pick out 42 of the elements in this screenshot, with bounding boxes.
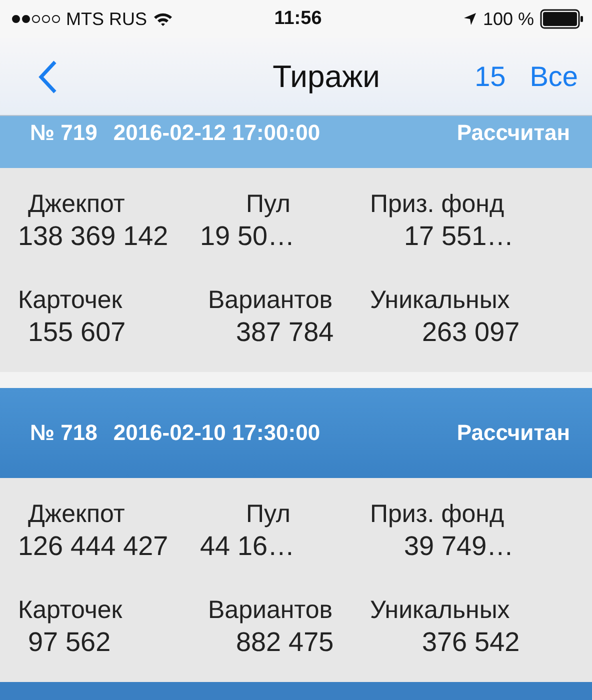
stat-label: Карточек xyxy=(18,286,124,315)
stat-label: Уникальных xyxy=(370,286,511,315)
draw-status: Рассчитан xyxy=(456,420,570,446)
back-button[interactable] xyxy=(38,58,58,94)
battery-icon xyxy=(540,9,584,29)
carrier-name: MTS RUS xyxy=(66,8,147,30)
stat-label: Джекпот xyxy=(27,500,126,529)
stat-label: Вариантов xyxy=(207,286,334,315)
draw-date: 2016-02-12 17:00:00 xyxy=(113,120,320,146)
draw-date: 2016-02-10 17:30:00 xyxy=(113,420,320,446)
stat-label: Приз. фонд xyxy=(370,500,506,529)
draw-count: 15 xyxy=(474,60,506,92)
stat-value: 155 607 xyxy=(27,317,127,348)
stat-label: Уникальных xyxy=(370,596,511,625)
stat-value: 126 444 427 xyxy=(18,531,170,562)
location-arrow-icon xyxy=(462,12,477,26)
stat-value: 17 551… xyxy=(403,221,515,252)
stat-label: Карточек xyxy=(18,596,124,625)
draw-status: Рассчитан xyxy=(456,120,570,146)
stat-value: 39 749… xyxy=(403,531,515,562)
stat-value: 97 562 xyxy=(27,627,112,658)
stat-label: Пул xyxy=(245,190,292,219)
draw-header[interactable]: № 718 2016-02-10 17:30:00 Рассчитан xyxy=(0,388,592,478)
stat-value: 882 475 xyxy=(235,627,335,658)
stat-value: 376 542 xyxy=(421,627,521,658)
all-button[interactable]: Все xyxy=(530,60,578,92)
draw-number: № 719 xyxy=(30,120,98,146)
status-time: 11:56 xyxy=(274,8,322,30)
stat-label: Вариантов xyxy=(207,596,334,625)
stat-value: 19 50… xyxy=(200,221,296,252)
wifi-icon xyxy=(153,12,173,26)
stat-value: 263 097 xyxy=(421,317,521,348)
stat-label: Джекпот xyxy=(27,190,126,219)
stat-value: 44 16… xyxy=(200,531,296,562)
stat-label: Пул xyxy=(245,500,292,529)
battery-percent: 100 % xyxy=(482,8,534,30)
stat-value: 387 784 xyxy=(235,317,335,348)
stat-label: Приз. фонд xyxy=(370,190,506,219)
draw-number: № 718 xyxy=(30,420,98,446)
draw-header[interactable]: № 719 2016-02-12 17:00:00 Рассчитан xyxy=(0,116,592,168)
stat-value: 138 369 142 xyxy=(18,221,170,252)
nav-title: Тиражи xyxy=(272,58,380,94)
